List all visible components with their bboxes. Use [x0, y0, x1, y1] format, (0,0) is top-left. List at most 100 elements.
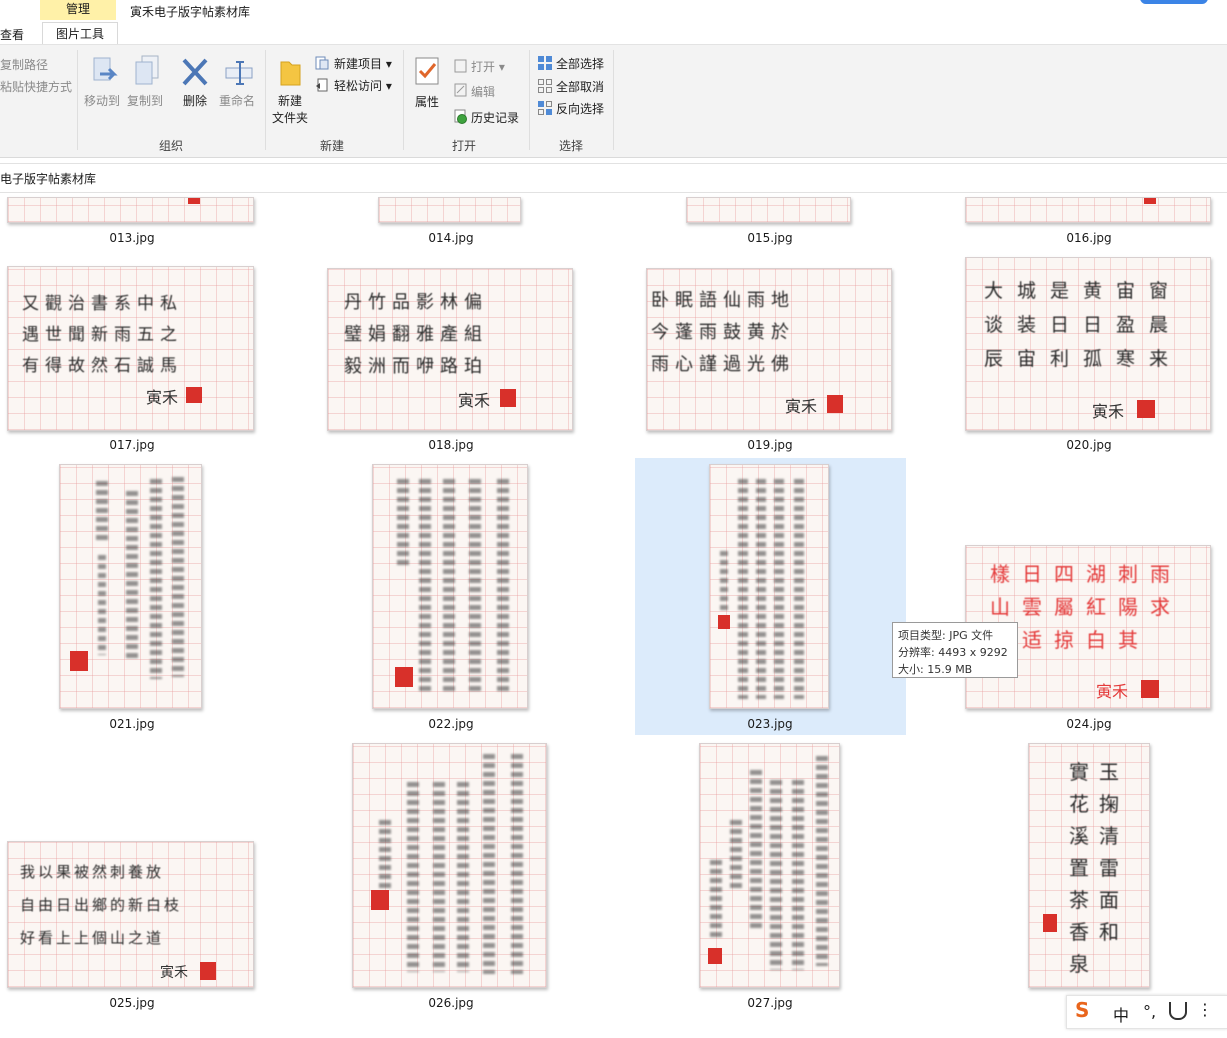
- thumbnail-027[interactable]: [699, 743, 840, 988]
- calligraphy-column: [150, 479, 162, 679]
- calligraphy-line: 有得故然石誠馬: [22, 356, 183, 376]
- file-name[interactable]: 017.jpg: [72, 438, 192, 452]
- sogou-logo-icon[interactable]: S: [1075, 998, 1089, 1022]
- calligraphy-column: [756, 479, 766, 699]
- select-group-label: 选择: [559, 139, 584, 153]
- file-name[interactable]: 026.jpg: [391, 996, 511, 1010]
- copy-to-button[interactable]: [132, 54, 166, 90]
- ime-toolbox-icon[interactable]: ⋮: [1197, 1000, 1213, 1019]
- calligraphy-column: [770, 780, 782, 970]
- open-button[interactable]: 打开 ▾: [471, 58, 505, 75]
- calligraphy-column: [816, 756, 828, 966]
- tab-manage[interactable]: 管理: [40, 0, 116, 20]
- file-name[interactable]: 013.jpg: [72, 231, 192, 245]
- file-name[interactable]: 015.jpg: [710, 231, 830, 245]
- file-name[interactable]: 022.jpg: [391, 717, 511, 731]
- calligraphy-column: [792, 780, 804, 970]
- calligraphy-column: [750, 770, 762, 930]
- thumbnail-018[interactable]: 丹竹品影林偏 璧娟翻雅產組 毅洲而咿路珀 寅禾: [327, 268, 573, 431]
- file-info-tooltip: 项目类型: JPG 文件 分辨率: 4493 x 9292 大小: 15.9 M…: [892, 622, 1018, 678]
- new-item-button[interactable]: 新建项目 ▾: [334, 55, 392, 72]
- calligraphy-line: 置雷: [1069, 856, 1129, 880]
- calligraphy-line: 實玉: [1069, 760, 1129, 784]
- thumbnail-017[interactable]: 又觀治書系中私 遇世聞新雨五之 有得故然石誠馬 寅禾: [7, 266, 254, 431]
- calligraphy-line: 泉: [1069, 952, 1099, 976]
- delete-button[interactable]: [180, 56, 210, 88]
- calligraphy-column: [483, 754, 495, 974]
- thumbnail-026[interactable]: [352, 743, 547, 988]
- file-name[interactable]: 016.jpg: [1029, 231, 1149, 245]
- calligraphy-column: [738, 479, 748, 699]
- rename-label: 重命名: [219, 94, 256, 108]
- new-group-label: 新建: [320, 139, 345, 153]
- ime-voice-icon[interactable]: [1169, 1002, 1187, 1020]
- calligraphy-line: 茶面: [1069, 888, 1129, 912]
- calligraphy-column: [497, 479, 509, 693]
- copy-to-label: 复制到: [127, 94, 164, 108]
- calligraphy-column: [172, 477, 184, 677]
- edit-button[interactable]: 编辑: [471, 83, 495, 100]
- thumbnail-028[interactable]: 實玉 花掬 溪清 置雷 茶面 香和 泉: [1028, 743, 1150, 988]
- file-name[interactable]: 018.jpg: [391, 438, 511, 452]
- tooltip-type: 项目类型: JPG 文件: [898, 629, 994, 642]
- thumbnail-020[interactable]: 大城是黄宙窗 谈装日日盈晨 辰宙利孤寒来 寅禾: [965, 257, 1211, 431]
- seal-stamp: [186, 387, 202, 403]
- calligraphy-line: 花掬: [1069, 792, 1129, 816]
- rename-button[interactable]: [224, 58, 254, 88]
- file-name[interactable]: 014.jpg: [391, 231, 511, 245]
- close-x-icon: [182, 58, 208, 86]
- calligraphy-column: [419, 479, 431, 693]
- calligraphy-line: 今蓬雨鼓黄於: [651, 322, 795, 343]
- rename-icon: [225, 61, 253, 85]
- signature: 寅禾: [785, 397, 818, 416]
- paste-shortcut-button[interactable]: 粘贴快捷方式: [0, 78, 72, 95]
- file-name[interactable]: 021.jpg: [72, 717, 192, 731]
- calligraphy-line: 辰宙利孤寒来: [984, 348, 1183, 370]
- properties-button[interactable]: [414, 56, 440, 86]
- ime-toolbar[interactable]: S 中 °, ⋮: [1066, 995, 1227, 1029]
- address-bar[interactable]: 电子版字帖素材库: [0, 163, 1227, 193]
- calligraphy-column: [469, 479, 481, 693]
- thumbnail-015[interactable]: [686, 197, 851, 223]
- thumbnail-022[interactable]: [372, 464, 528, 709]
- thumbnail-021[interactable]: [59, 464, 202, 709]
- file-name[interactable]: 027.jpg: [710, 996, 830, 1010]
- tab-view[interactable]: 查看: [0, 26, 24, 43]
- thumbnail-016[interactable]: [965, 197, 1211, 223]
- easy-access-button[interactable]: 轻松访问 ▾: [334, 77, 392, 94]
- ribbon-divider: [403, 50, 404, 150]
- file-name[interactable]: 019.jpg: [710, 438, 830, 452]
- thumbnail-013[interactable]: [7, 197, 254, 223]
- ime-mode-toggle[interactable]: 中: [1113, 1002, 1129, 1026]
- select-all-button[interactable]: 全部选择: [556, 55, 604, 72]
- signature: 寅禾: [1096, 682, 1129, 701]
- file-name[interactable]: 023.jpg: [710, 717, 830, 731]
- calligraphy-column: [407, 782, 419, 972]
- open-label: 打开: [471, 60, 496, 74]
- thumbnail-014[interactable]: [378, 197, 521, 223]
- calligraphy-line: 香和: [1069, 920, 1129, 944]
- breadcrumb[interactable]: 电子版字帖素材库: [0, 170, 96, 187]
- copy-path-button[interactable]: 复制路径: [0, 56, 48, 73]
- window-control-button[interactable]: [1140, 0, 1208, 4]
- ime-punctuation-toggle[interactable]: °,: [1143, 1002, 1156, 1021]
- calligraphy-line: 丹竹品影林偏: [344, 292, 488, 313]
- invert-selection-button[interactable]: 反向选择: [556, 100, 604, 117]
- thumbnail-025[interactable]: 我以果被然刺養放 自由日出鄉的新白枝 好看上上個山之道 寅禾: [7, 841, 254, 988]
- easy-access-icon: [315, 78, 329, 92]
- new-folder-button[interactable]: [278, 58, 302, 88]
- new-folder-label-2: 文件夹: [272, 111, 309, 125]
- select-none-button[interactable]: 全部取消: [556, 78, 604, 95]
- thumbnail-023[interactable]: [709, 464, 829, 709]
- calligraphy-column: [397, 479, 409, 569]
- seal-stamp: [371, 890, 389, 910]
- move-to-button[interactable]: [88, 56, 122, 90]
- history-button[interactable]: 历史记录: [471, 109, 519, 126]
- file-name[interactable]: 024.jpg: [1029, 717, 1149, 731]
- tab-picture-tools[interactable]: 图片工具: [42, 22, 118, 45]
- thumbnail-019[interactable]: 卧眠語仙雨地 今蓬雨鼓黄於 雨心謹過光佛 寅禾: [646, 268, 892, 431]
- file-name[interactable]: 025.jpg: [72, 996, 192, 1010]
- file-name[interactable]: 020.jpg: [1029, 438, 1149, 452]
- calligraphy-column: [98, 555, 106, 655]
- seal-stamp: [718, 615, 730, 629]
